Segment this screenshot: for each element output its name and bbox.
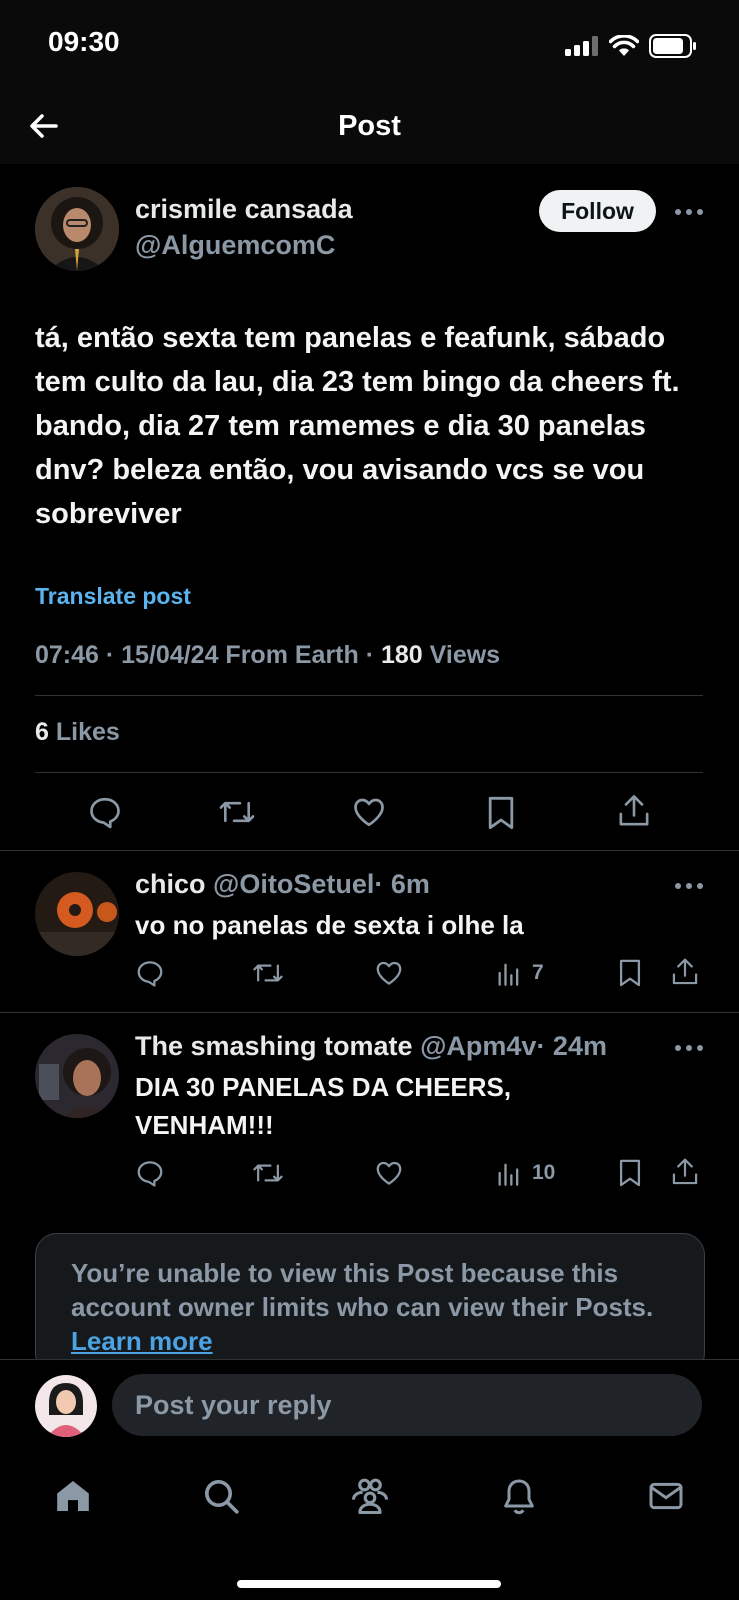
communities-icon[interactable] — [348, 1474, 392, 1518]
translate-post-link[interactable]: Translate post — [35, 583, 191, 610]
reply-composer: Post your reply — [0, 1359, 739, 1450]
views-count: 180 — [380, 641, 423, 669]
reply-icon[interactable] — [135, 958, 165, 988]
limited-notice-message: You’re unable to view this Post because … — [71, 1258, 654, 1322]
bookmark-icon[interactable] — [484, 794, 518, 832]
reply-age: · 6m — [374, 869, 430, 899]
reply-author-handle[interactable]: @OitoSetuel — [213, 869, 374, 899]
follow-button[interactable]: Follow — [539, 190, 656, 232]
reply-item[interactable]: chico @OitoSetuel· 6m vo no panelas de s… — [0, 851, 739, 1011]
share-icon[interactable] — [616, 792, 652, 830]
views-label: Views — [422, 641, 501, 669]
top-nav-bar: Post — [0, 90, 739, 164]
author-avatar[interactable] — [35, 187, 119, 271]
more-options-icon[interactable] — [674, 207, 704, 217]
reply-icon[interactable] — [135, 1158, 165, 1188]
like-icon[interactable] — [374, 1158, 404, 1188]
search-icon[interactable] — [201, 1476, 241, 1516]
views-chart-icon[interactable] — [496, 1159, 522, 1187]
bookmark-icon[interactable] — [616, 1157, 644, 1189]
home-indicator — [237, 1580, 501, 1588]
share-icon[interactable] — [670, 1156, 700, 1188]
likes-label: Likes — [48, 718, 120, 746]
author-handle[interactable]: @AlguemcomC — [135, 230, 335, 261]
reply-header: chico @OitoSetuel· 6m — [135, 869, 430, 900]
battery-icon — [649, 34, 696, 58]
likes-summary[interactable]: 6 Likes — [35, 718, 120, 747]
tweet-metadata: 07:46 · 15/04/24 From Earth · 180 Views — [35, 641, 500, 670]
limited-post-notice: You’re unable to view this Post because … — [35, 1233, 705, 1375]
limited-notice-text: You’re unable to view this Post because … — [71, 1256, 671, 1358]
reply-avatar[interactable] — [35, 872, 119, 956]
status-icons — [565, 34, 697, 58]
likes-count: 6 — [35, 718, 49, 746]
reply-author-name[interactable]: The smashing tomate — [135, 1031, 413, 1061]
like-icon[interactable] — [374, 958, 404, 988]
reply-text: vo no panelas de sexta i olhe la — [135, 910, 524, 940]
repost-icon[interactable] — [252, 1158, 284, 1188]
reply-author-name[interactable]: chico — [135, 869, 206, 899]
reply-text: DIA 30 PANELAS DA CHEERS, VENHAM!!! — [135, 1072, 512, 1140]
reply-views-count: 7 — [532, 961, 544, 984]
divider — [35, 772, 703, 773]
current-user-avatar[interactable] — [35, 1375, 97, 1437]
repost-icon[interactable] — [252, 958, 284, 988]
reply-author-handle[interactable]: @Apm4v — [420, 1031, 536, 1061]
notifications-icon[interactable] — [499, 1476, 539, 1516]
page-title: Post — [338, 110, 401, 142]
wifi-icon — [609, 35, 639, 56]
more-options-icon[interactable] — [674, 881, 704, 891]
tweet-timestamp: 07:46 · 15/04/24 From Earth · — [35, 641, 381, 669]
status-time: 09:30 — [48, 26, 120, 57]
reply-input[interactable]: Post your reply — [112, 1374, 702, 1436]
reply-icon[interactable] — [87, 794, 123, 830]
reply-avatar[interactable] — [35, 1034, 119, 1118]
divider — [35, 695, 703, 696]
bottom-tab-bar — [0, 1450, 739, 1600]
messages-icon[interactable] — [646, 1476, 686, 1516]
more-options-icon[interactable] — [674, 1043, 704, 1053]
reply-header: The smashing tomate @Apm4v· 24m — [135, 1031, 607, 1062]
reply-age: · 24m — [536, 1031, 607, 1061]
learn-more-link[interactable]: Learn more — [71, 1326, 213, 1356]
tweet-action-bar — [0, 790, 739, 840]
status-bar: 09:30 — [0, 0, 739, 90]
views-chart-icon[interactable] — [496, 959, 522, 987]
repost-icon[interactable] — [218, 794, 256, 830]
home-icon[interactable] — [53, 1476, 93, 1516]
signal-icon — [565, 36, 598, 56]
reply-views-count: 10 — [532, 1161, 556, 1184]
like-icon[interactable] — [351, 794, 387, 830]
reply-item[interactable]: The smashing tomate @Apm4v· 24m DIA 30 P… — [0, 1013, 739, 1213]
author-name[interactable]: crismile cansada — [135, 194, 353, 225]
bookmark-icon[interactable] — [616, 957, 644, 989]
share-icon[interactable] — [670, 956, 700, 988]
tweet-text: tá, então sexta tem panelas e feafunk, s… — [35, 322, 680, 530]
